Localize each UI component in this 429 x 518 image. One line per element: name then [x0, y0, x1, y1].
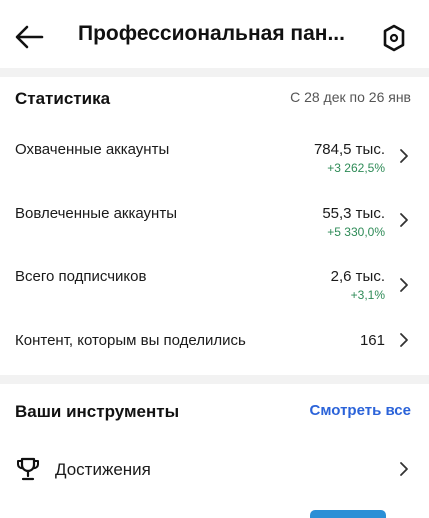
stat-row-followers[interactable]: Всего подписчиков 2,6 тыс. +3,1%: [0, 257, 429, 307]
next-item-partial: [310, 510, 386, 518]
chevron-right-icon: [400, 333, 408, 347]
stat-value: 2,6 тыс.: [330, 268, 385, 285]
stat-change: +5 330,0%: [327, 225, 385, 239]
back-arrow-icon: [15, 25, 44, 49]
stat-row-engaged[interactable]: Вовлеченные аккаунты 55,3 тыс. +5 330,0%: [0, 194, 429, 244]
stat-label: Всего подписчиков: [15, 268, 147, 285]
stat-label: Охваченные аккаунты: [15, 141, 170, 158]
stat-label: Вовлеченные аккаунты: [15, 205, 177, 222]
stat-row-reached[interactable]: Охваченные аккаунты 784,5 тыс. +3 262,5%: [0, 130, 429, 180]
stat-change: +3 262,5%: [327, 161, 385, 175]
gear-icon: [383, 24, 405, 52]
date-range: С 28 дек по 26 янв: [290, 89, 411, 105]
stat-change: +3,1%: [350, 288, 385, 302]
stat-label: Контент, которым вы поделились: [15, 332, 246, 349]
chevron-right-icon: [400, 213, 408, 227]
chevron-right-icon: [400, 149, 408, 163]
settings-button[interactable]: [380, 24, 408, 52]
back-button[interactable]: [14, 24, 44, 50]
stat-value: 55,3 тыс.: [322, 205, 385, 222]
stat-value: 161: [359, 332, 385, 349]
tool-item-label: Достижения: [55, 460, 151, 479]
stat-value: 784,5 тыс.: [313, 141, 385, 158]
section-divider: [0, 375, 429, 384]
see-all-link[interactable]: Смотреть все: [310, 402, 411, 419]
chevron-right-icon: [400, 278, 408, 292]
page-title: Профессиональная пан...: [78, 22, 345, 45]
trophy-icon: [17, 457, 39, 481]
header-divider: [0, 68, 429, 77]
tool-item-achievements[interactable]: Достижения: [0, 448, 429, 492]
tools-title: Ваши инструменты: [15, 402, 180, 421]
stats-title: Статистика: [15, 89, 111, 108]
stat-row-content[interactable]: Контент, которым вы поделились 161: [0, 322, 429, 358]
chevron-right-icon: [400, 462, 408, 476]
